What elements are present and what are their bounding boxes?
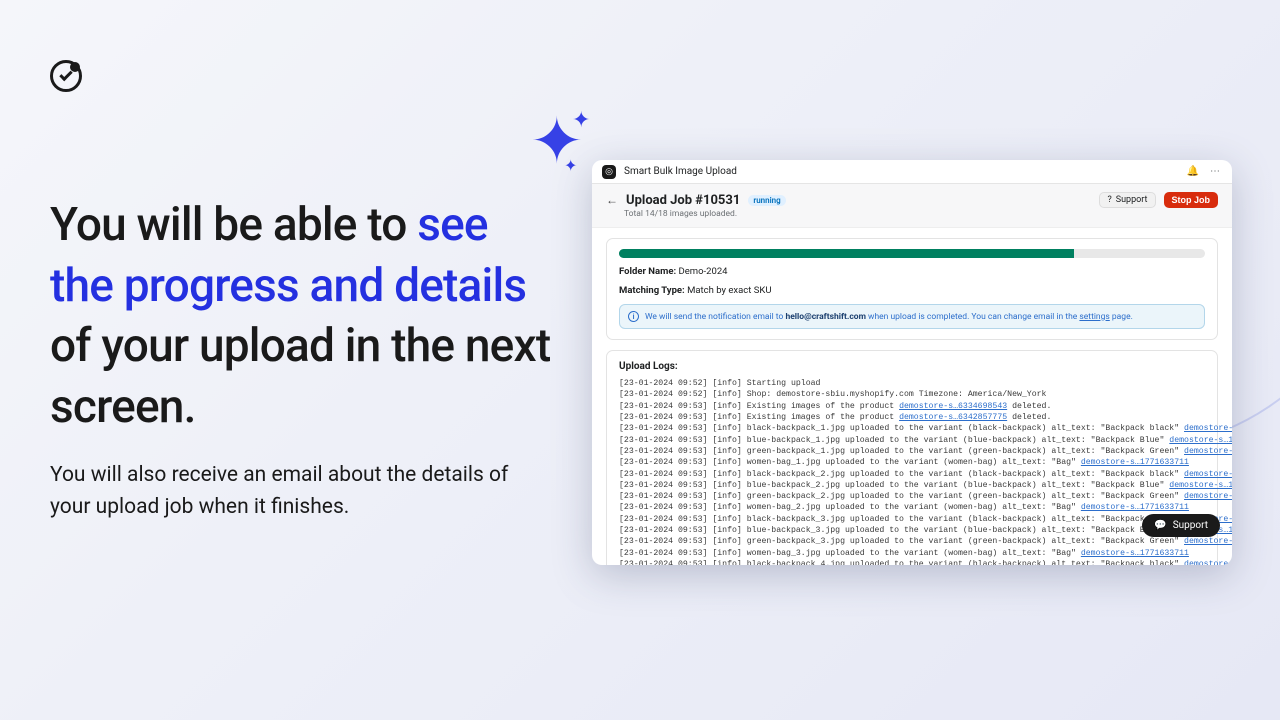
help-icon: ? [1107,195,1111,205]
log-line: [23-01-2024 09:53] [info] Existing image… [619,412,1205,423]
info-icon: i [628,311,639,322]
log-line: [23-01-2024 09:53] [info] green-backpack… [619,446,1205,457]
log-line: [23-01-2024 09:53] [info] black-backpack… [619,469,1205,480]
sparkle-decoration: ✦ ✦ ✦ [530,110,584,174]
log-link[interactable]: demostore-s…6334698543 [899,402,1007,411]
log-line: [23-01-2024 09:53] [info] blue-backpack_… [619,480,1205,491]
log-link[interactable]: demostore-s…1771633711 [1081,549,1189,558]
log-line: [23-01-2024 09:53] [info] black-backpack… [619,423,1205,434]
status-badge: running [748,195,785,206]
app-title: Smart Bulk Image Upload [624,166,737,177]
log-line: [23-01-2024 09:53] [info] women-bag_3.jp… [619,548,1205,559]
log-link[interactable]: demostore-s…17578383 [1184,537,1232,546]
upload-count-status: Total 14/18 images uploaded. [624,209,1218,219]
app-logo-icon: ◎ [602,165,616,179]
support-button[interactable]: ?Support [1099,192,1155,208]
log-line: [23-01-2024 09:53] [info] women-bag_1.jp… [619,457,1205,468]
log-link[interactable]: demostore-s…1771633711 [1081,458,1189,467]
chat-icon: 💬 [1154,520,1166,531]
log-line: [23-01-2024 09:53] [info] green-backpack… [619,536,1205,547]
app-window: ◎ Smart Bulk Image Upload 🔔 ⋯ ← Upload J… [592,160,1232,565]
log-line: [23-01-2024 09:53] [info] blue-backpack_… [619,525,1205,536]
page-header: ← Upload Job #10531 running ?Support Sto… [592,184,1232,228]
email-info-banner: i We will send the notification email to… [619,304,1205,329]
matching-type-value: Match by exact SKU [687,285,771,296]
log-link[interactable]: demostore-s…1771633711 [1081,503,1189,512]
upload-logs-card: Upload Logs: [23-01-2024 09:52] [info] S… [606,350,1218,565]
log-link[interactable]: demostore-s…17578383 [1184,447,1232,456]
folder-name-value: Demo-2024 [679,266,728,277]
log-link[interactable]: demostore-s… [1184,560,1232,565]
more-icon[interactable]: ⋯ [1208,166,1222,177]
log-output: [23-01-2024 09:52] [info] Starting uploa… [619,378,1205,565]
log-link[interactable]: demostore-s…17578711151 [1169,481,1232,490]
headline: You will be able to see the progress and… [50,195,560,438]
log-link[interactable]: demostore-s…17579039 [1184,470,1232,479]
log-line: [23-01-2024 09:52] [info] Starting uploa… [619,378,1205,389]
log-line: [23-01-2024 09:53] [info] green-backpack… [619,491,1205,502]
log-line: [23-01-2024 09:53] [info] black-backpack… [619,514,1205,525]
back-button[interactable]: ← [606,193,618,207]
job-summary-card: Folder Name: Demo-2024 Matching Type: Ma… [606,238,1218,340]
progress-bar [619,249,1205,258]
log-link[interactable]: demostore-s…6342857775 [899,413,1007,422]
log-line: [23-01-2024 09:52] [info] Shop: demostor… [619,389,1205,400]
subheadline: You will also receive an email about the… [50,460,530,523]
log-line: [23-01-2024 09:53] [info] women-bag_2.jp… [619,502,1205,513]
log-link[interactable]: demostore-s…17579039 [1184,424,1232,433]
log-link[interactable]: demostore-s…17578383 [1184,492,1232,501]
job-title: Upload Job #10531 [626,193,740,208]
log-line: [23-01-2024 09:53] [info] Existing image… [619,401,1205,412]
bell-icon[interactable]: 🔔 [1186,166,1200,177]
logs-heading: Upload Logs: [619,361,1205,372]
log-link[interactable]: demostore-s…17578711151 [1169,436,1232,445]
stop-job-button[interactable]: Stop Job [1164,192,1219,208]
app-titlebar: ◎ Smart Bulk Image Upload 🔔 ⋯ [592,160,1232,184]
log-line: [23-01-2024 09:53] [info] black-backpack… [619,559,1205,565]
settings-link[interactable]: settings [1079,312,1109,322]
notification-email: hello@craftshift.com [785,312,866,322]
brand-logo [50,60,82,92]
log-line: [23-01-2024 09:53] [info] blue-backpack_… [619,435,1205,446]
support-chat-button[interactable]: 💬Support [1142,514,1220,537]
